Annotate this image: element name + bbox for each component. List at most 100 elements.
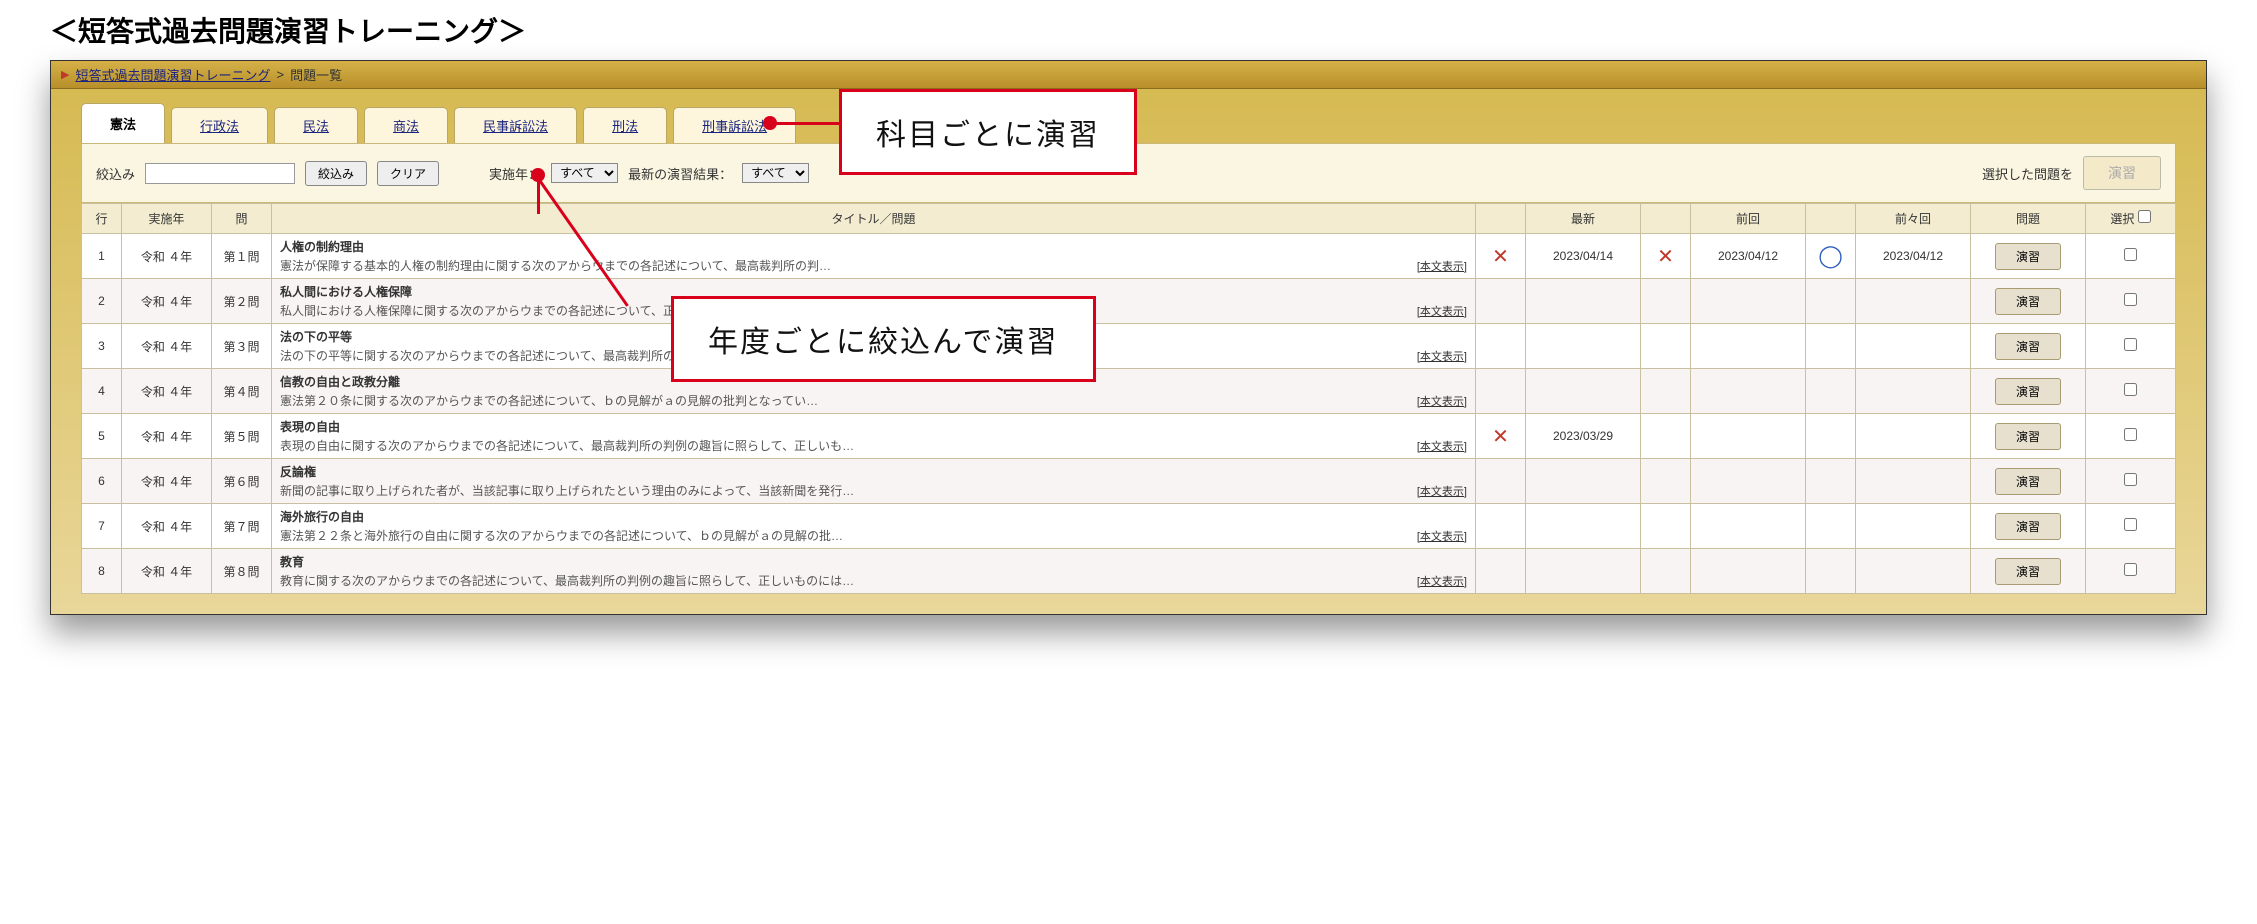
th-latest: 最新 <box>1526 204 1641 234</box>
tab-憲法[interactable]: 憲法 <box>81 103 165 143</box>
show-full-link[interactable]: [本文表示] <box>1417 348 1467 364</box>
th-row: 行 <box>82 204 122 234</box>
cell-prev2-mark <box>1806 549 1856 594</box>
result-label: 最新の演習結果： <box>628 164 732 183</box>
callout-dot-icon <box>763 116 777 130</box>
x-icon: ✕ <box>1484 424 1517 449</box>
cell-prev-mark <box>1641 324 1691 369</box>
cell-year: 令和 ４年 <box>122 279 212 324</box>
cell-q: 第２問 <box>212 279 272 324</box>
show-full-link[interactable]: [本文表示] <box>1417 438 1467 454</box>
row-practice-button[interactable]: 演習 <box>1995 423 2061 450</box>
cell-prev-date <box>1691 504 1806 549</box>
th-q: 問 <box>212 204 272 234</box>
cell-idx: 4 <box>82 369 122 414</box>
row-practice-button[interactable]: 演習 <box>1995 468 2061 495</box>
cell-prev2-mark <box>1806 504 1856 549</box>
cell-year: 令和 ４年 <box>122 414 212 459</box>
tab-民事訴訟法[interactable]: 民事訴訟法 <box>454 107 577 143</box>
show-full-link[interactable]: [本文表示] <box>1417 528 1467 544</box>
row-practice-button[interactable]: 演習 <box>1995 288 2061 315</box>
row-desc: 憲法第２２条と海外旅行の自由に関する次のアからウまでの各記述について、ｂの見解が… <box>280 527 1467 544</box>
cell-select <box>2086 504 2176 549</box>
row-practice-button[interactable]: 演習 <box>1995 243 2061 270</box>
x-icon: ✕ <box>1484 244 1517 269</box>
cell-practice: 演習 <box>1971 414 2086 459</box>
row-practice-button[interactable]: 演習 <box>1995 558 2061 585</box>
row-select-checkbox[interactable] <box>2124 383 2137 396</box>
triangle-icon: ▶ <box>61 68 69 81</box>
cell-select <box>2086 549 2176 594</box>
th-year: 実施年 <box>122 204 212 234</box>
row-select-checkbox[interactable] <box>2124 428 2137 441</box>
cell-prev-mark <box>1641 369 1691 414</box>
cell-year: 令和 ４年 <box>122 459 212 504</box>
tab-刑事訴訟法[interactable]: 刑事訴訟法 <box>673 107 796 143</box>
row-select-checkbox[interactable] <box>2124 563 2137 576</box>
table-row: 4令和 ４年第４問信教の自由と政教分離憲法第２０条に関する次のアからウまでの各記… <box>82 369 2176 414</box>
row-practice-button[interactable]: 演習 <box>1995 333 2061 360</box>
cell-title: 人権の制約理由憲法が保障する基本的人権の制約理由に関する次のアからウまでの各記述… <box>272 234 1476 279</box>
breadcrumb-link[interactable]: 短答式過去問題演習トレーニング <box>75 65 270 84</box>
table-row: 2令和 ４年第２問私人間における人権保障私人間における人権保障に関する次のアから… <box>82 279 2176 324</box>
table-row: 8令和 ４年第８問教育教育に関する次のアからウまでの各記述について、最高裁判所の… <box>82 549 2176 594</box>
year-select[interactable]: すべて <box>551 163 618 183</box>
callout-subject: 科目ごとに演習 <box>839 89 1137 175</box>
tab-刑法[interactable]: 刑法 <box>583 107 667 143</box>
cell-latest-mark <box>1476 504 1526 549</box>
show-full-link[interactable]: [本文表示] <box>1417 573 1467 589</box>
cell-q: 第７問 <box>212 504 272 549</box>
cell-prev2-mark <box>1806 324 1856 369</box>
cell-idx: 7 <box>82 504 122 549</box>
tab-民法[interactable]: 民法 <box>274 107 358 143</box>
show-full-link[interactable]: [本文表示] <box>1417 483 1467 499</box>
cell-prev-mark <box>1641 459 1691 504</box>
row-select-checkbox[interactable] <box>2124 518 2137 531</box>
tab-行政法[interactable]: 行政法 <box>171 107 268 143</box>
tab-商法[interactable]: 商法 <box>364 107 448 143</box>
row-select-checkbox[interactable] <box>2124 248 2137 261</box>
row-title: 反論権 <box>280 463 1467 480</box>
table-row: 6令和 ４年第６問反論権新聞の記事に取り上げられた者が、当該記事に取り上げられた… <box>82 459 2176 504</box>
row-desc: 憲法第２０条に関する次のアからウまでの各記述について、ｂの見解がａの見解の批判と… <box>280 392 1467 409</box>
select-all-checkbox[interactable] <box>2138 210 2151 223</box>
cell-title: 反論権新聞の記事に取り上げられた者が、当該記事に取り上げられたという理由のみによ… <box>272 459 1476 504</box>
th-problem: 問題 <box>1971 204 2086 234</box>
row-select-checkbox[interactable] <box>2124 473 2137 486</box>
cell-select <box>2086 369 2176 414</box>
cell-idx: 1 <box>82 234 122 279</box>
cell-practice: 演習 <box>1971 504 2086 549</box>
clear-button[interactable]: クリア <box>377 161 439 186</box>
cell-prev-mark <box>1641 504 1691 549</box>
cell-idx: 6 <box>82 459 122 504</box>
row-practice-button[interactable]: 演習 <box>1995 378 2061 405</box>
result-select[interactable]: すべて <box>742 163 809 183</box>
cell-practice: 演習 <box>1971 459 2086 504</box>
cell-prev2-date <box>1856 324 1971 369</box>
filter-input[interactable] <box>145 163 295 184</box>
cell-prev-date <box>1691 369 1806 414</box>
cell-prev-date <box>1691 279 1806 324</box>
cell-prev2-mark <box>1806 414 1856 459</box>
row-select-checkbox[interactable] <box>2124 338 2137 351</box>
th-prev2-mark <box>1806 204 1856 234</box>
cell-select <box>2086 234 2176 279</box>
show-full-link[interactable]: [本文表示] <box>1417 258 1467 274</box>
cell-practice: 演習 <box>1971 234 2086 279</box>
circle-icon: ◯ <box>1814 243 1847 269</box>
practice-selected-button[interactable]: 演習 <box>2083 156 2161 190</box>
cell-prev-mark: ✕ <box>1641 234 1691 279</box>
cell-prev-date <box>1691 414 1806 459</box>
cell-q: 第５問 <box>212 414 272 459</box>
filter-button[interactable]: 絞込み <box>305 161 367 186</box>
show-full-link[interactable]: [本文表示] <box>1417 303 1467 319</box>
show-full-link[interactable]: [本文表示] <box>1417 393 1467 409</box>
row-select-checkbox[interactable] <box>2124 293 2137 306</box>
row-desc: 教育に関する次のアからウまでの各記述について、最高裁判所の判例の趣旨に照らして、… <box>280 572 1467 589</box>
row-practice-button[interactable]: 演習 <box>1995 513 2061 540</box>
cell-latest-date <box>1526 549 1641 594</box>
cell-prev2-date <box>1856 414 1971 459</box>
callout-year: 年度ごとに絞込んで演習 <box>671 296 1096 382</box>
cell-title: 表現の自由表現の自由に関する次のアからウまでの各記述について、最高裁判所の判例の… <box>272 414 1476 459</box>
cell-prev2-date <box>1856 369 1971 414</box>
